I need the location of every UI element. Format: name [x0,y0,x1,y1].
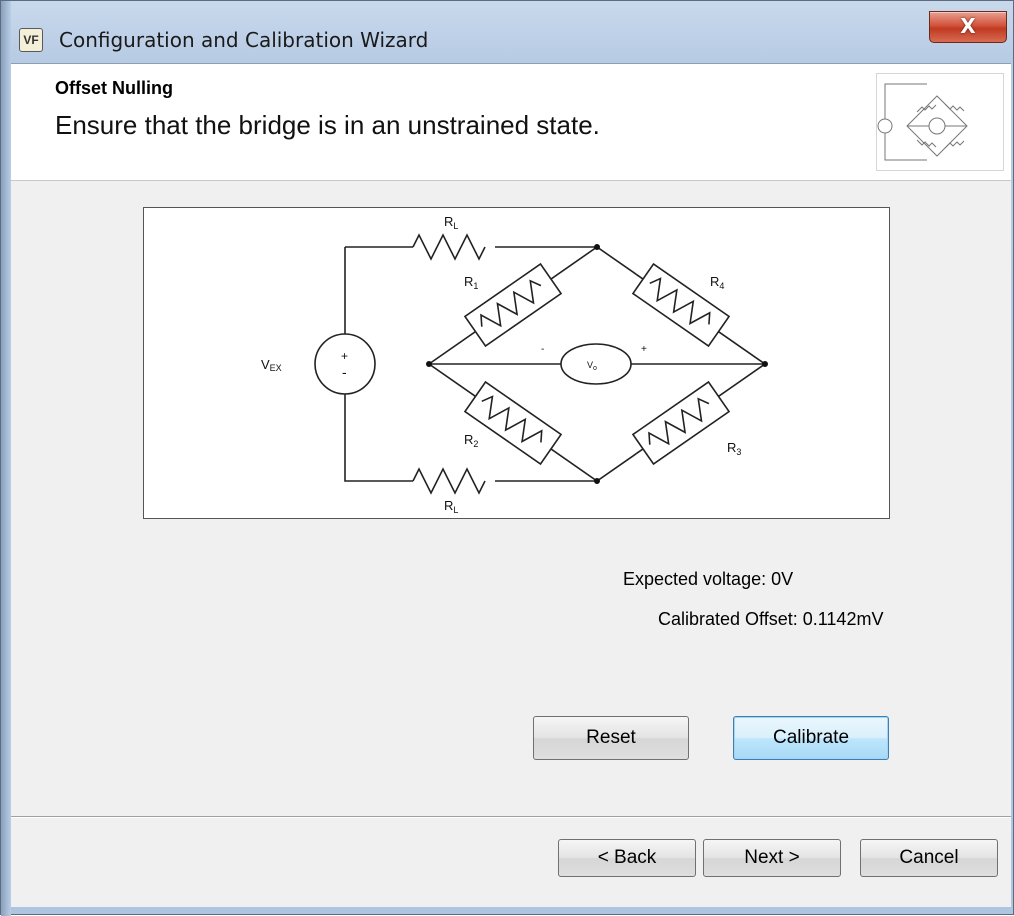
source-minus-label: - [342,364,347,380]
close-icon: X [960,14,976,38]
calibrated-offset-text: Calibrated Offset: 0.1142mV [658,609,884,629]
back-button[interactable]: < Back [558,839,696,877]
expected-voltage-text: Expected voltage: 0V [623,569,794,589]
wizard-header: Offset Nulling Ensure that the bridge is… [11,64,1011,181]
r2-label: R2 [464,432,478,449]
reset-button[interactable]: Reset [533,716,689,760]
title-bar[interactable]: VF Configuration and Calibration Wizard … [1,1,1014,63]
wizard-window: VF Configuration and Calibration Wizard … [0,0,1014,916]
step-description: Ensure that the bridge is in an unstrain… [55,110,600,140]
vex-label: VEX [261,357,282,373]
step-title: Offset Nulling [55,78,173,98]
source-plus-label: + [341,349,348,363]
wizard-client-area: Offset Nulling Ensure that the bridge is… [11,63,1011,907]
calibrate-button[interactable]: Calibrate [733,716,889,760]
bridge-thumbnail-icon [876,73,1004,171]
next-button[interactable]: Next > [703,839,841,877]
rl-top-label: RL [444,214,458,231]
r1-label: R1 [464,274,478,291]
bridge-circuit-diagram: RL RL R1 R4 R2 R3 VEX Vo + - - + [143,207,890,519]
cancel-button[interactable]: Cancel [860,839,998,877]
window-title: Configuration and Calibration Wizard [59,28,429,52]
meter-minus-label: - [541,344,544,355]
footer-separator [11,816,1011,818]
meter-plus-label: + [641,344,647,355]
rl-bottom-label: RL [444,498,458,515]
close-button[interactable]: X [929,11,1007,43]
r4-label: R4 [710,274,724,291]
window-left-frame [1,1,11,916]
r3-label: R3 [727,440,741,457]
app-icon: VF [19,28,43,52]
